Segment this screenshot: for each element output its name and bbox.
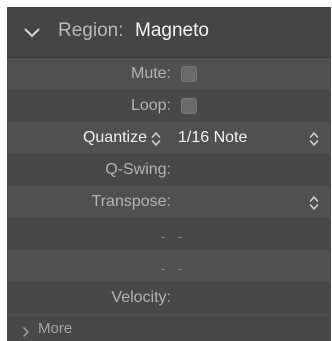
qswing-row[interactable]: Q-Swing: (7, 154, 331, 186)
loop-label: Loop: (130, 97, 171, 114)
mute-label: Mute: (130, 65, 171, 82)
velocity-row[interactable]: Velocity: (7, 282, 331, 314)
velocity-label: Velocity: (111, 289, 171, 306)
empty-parameter-row[interactable]: - - (7, 218, 331, 250)
qswing-label: Q-Swing: (105, 161, 171, 178)
transpose-stepper-icon[interactable] (309, 195, 319, 216)
more-disclosure[interactable]: More (7, 316, 331, 341)
chevron-down-icon[interactable] (24, 25, 40, 43)
region-title-label: Region: (58, 20, 124, 41)
empty-parameter-value: - - (161, 228, 187, 244)
quantize-value-stepper-icon[interactable] (309, 131, 319, 152)
transpose-label: Transpose: (91, 193, 171, 210)
chevron-right-icon[interactable] (23, 324, 29, 341)
empty-parameter-row[interactable]: - - (7, 250, 331, 282)
quantize-label[interactable]: Quantize (83, 129, 147, 147)
region-name[interactable]: Magneto (135, 20, 209, 42)
region-inspector-panel: Region: Magneto Mute: Loop: Quantize 1/1… (7, 7, 331, 341)
quantize-mode-stepper-icon[interactable] (151, 131, 161, 152)
more-label: More (38, 320, 73, 337)
empty-parameter-value: - - (161, 260, 187, 276)
transpose-row[interactable]: Transpose: (7, 186, 331, 218)
loop-row: Loop: (7, 90, 331, 122)
quantize-row: Quantize 1/16 Note (7, 122, 331, 154)
region-header[interactable]: Region: Magneto (7, 7, 331, 58)
loop-checkbox[interactable] (181, 98, 197, 114)
mute-row: Mute: (7, 58, 331, 90)
quantize-value[interactable]: 1/16 Note (178, 129, 247, 147)
mute-checkbox[interactable] (181, 66, 197, 82)
